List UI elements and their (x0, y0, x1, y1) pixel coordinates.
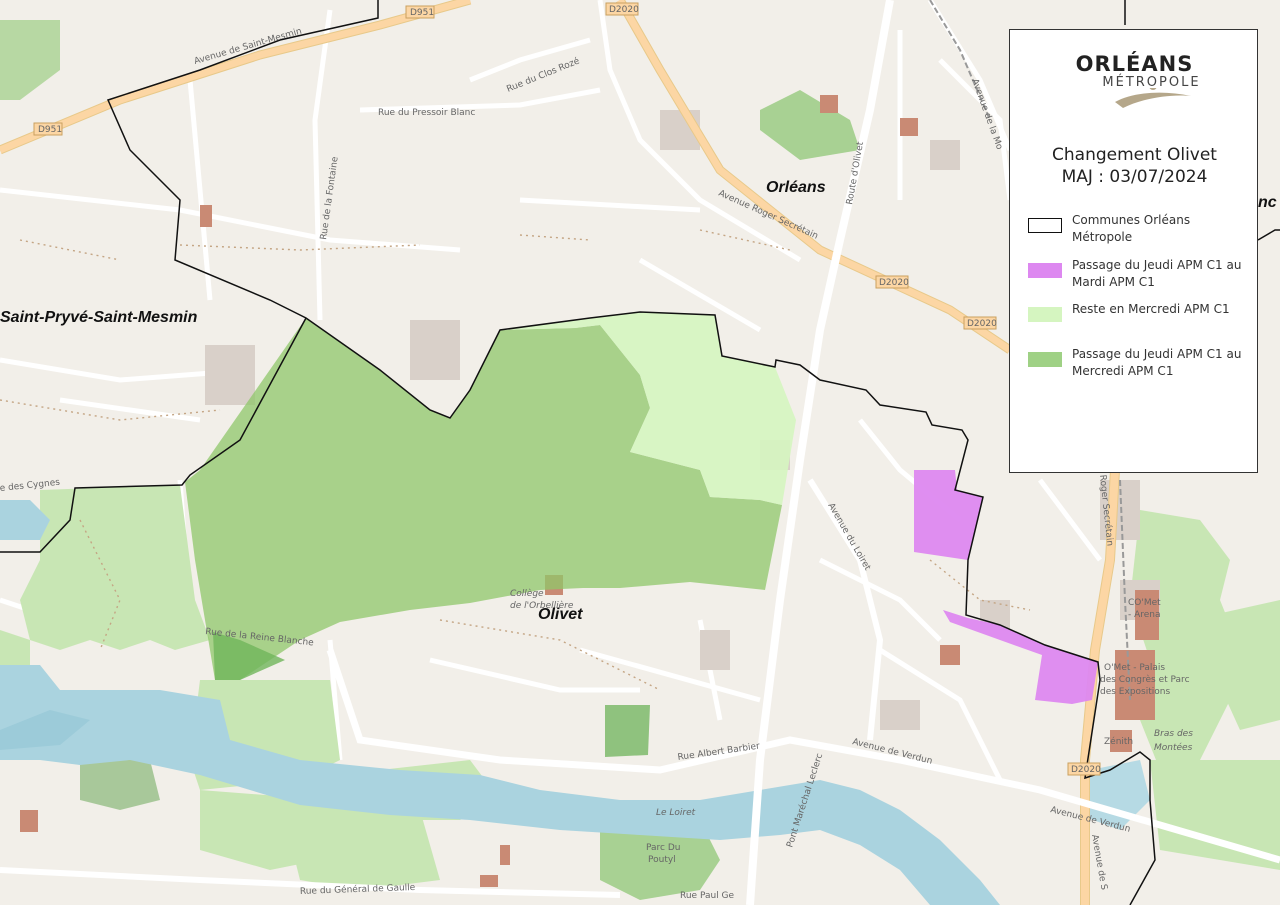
label-bras-1: Bras des (1154, 729, 1193, 739)
svg-text:D2020: D2020 (609, 5, 639, 15)
legend-panel: ORLÉANS MÉTROPOLE Changement Olivet MAJ … (1009, 29, 1258, 473)
swatch-communes (1028, 218, 1062, 233)
label-orleans: Orléans (766, 179, 826, 196)
label-rue-paul: Rue Paul Ge (680, 891, 735, 901)
label-rue-pressoir: Rue du Pressoir Blanc (378, 108, 475, 118)
logo-swoosh-icon (1115, 88, 1191, 108)
road-shield-d2020-top: D2020 (605, 2, 639, 16)
label-college-1: Collège (510, 588, 544, 599)
road-shield-d2020-bottom: D2020 (1067, 762, 1101, 776)
label-olivet: Olivet (538, 606, 583, 623)
swatch-mercredi (1028, 352, 1062, 367)
orleans-metropole-logo: ORLÉANS MÉTROPOLE (1010, 52, 1259, 90)
legend-item-label: Communes Orléans Métropole (1072, 213, 1191, 244)
label-edge-fragment: nc (1258, 194, 1277, 211)
legend-item-label: Reste en Mercredi APM C1 (1072, 302, 1230, 316)
svg-text:D2020: D2020 (1071, 765, 1101, 775)
logo-main-text: ORLÉANS (1075, 52, 1194, 76)
legend-item-label: Passage du Jeudi APM C1 au Mercredi APM … (1072, 347, 1242, 378)
svg-text:D951: D951 (410, 8, 434, 18)
svg-text:D2020: D2020 (879, 278, 909, 288)
svg-text:D951: D951 (38, 125, 62, 135)
label-saint-pryve: Saint-Pryvé-Saint-Mesmin (0, 309, 198, 326)
legend-item-label: Passage du Jeudi APM C1 au Mardi APM C1 (1072, 258, 1242, 289)
swatch-mardi (1028, 263, 1062, 278)
svg-text:D2020: D2020 (967, 319, 997, 329)
label-zenith: Zénith (1104, 736, 1133, 747)
label-comet-1: CO'Met (1128, 598, 1161, 608)
label-parc-1: Parc Du (646, 843, 680, 853)
road-shield-d2020-right: D2020 (963, 316, 997, 330)
road-shield-d951-a: D951 (405, 5, 435, 19)
road-shield-d951-b: D951 (33, 122, 63, 136)
label-le-loiret: Le Loiret (656, 808, 696, 818)
legend-title-line2: MAJ : 03/07/2024 (1061, 167, 1208, 187)
label-omet-2: des Congrès et Parc (1100, 674, 1190, 685)
road-shield-d2020-mid: D2020 (875, 275, 909, 289)
label-parc-2: Poutyl (648, 855, 676, 865)
label-omet-1: O'Met - Palais (1104, 663, 1165, 673)
legend-title: Changement Olivet MAJ : 03/07/2024 (1010, 144, 1259, 188)
label-comet-2: - Arena (1128, 610, 1161, 620)
legend-title-line1: Changement Olivet (1052, 145, 1217, 165)
label-omet-3: des Expositions (1100, 687, 1170, 697)
swatch-reste-mercredi (1028, 307, 1062, 322)
label-bras-2: Montées (1154, 742, 1193, 753)
